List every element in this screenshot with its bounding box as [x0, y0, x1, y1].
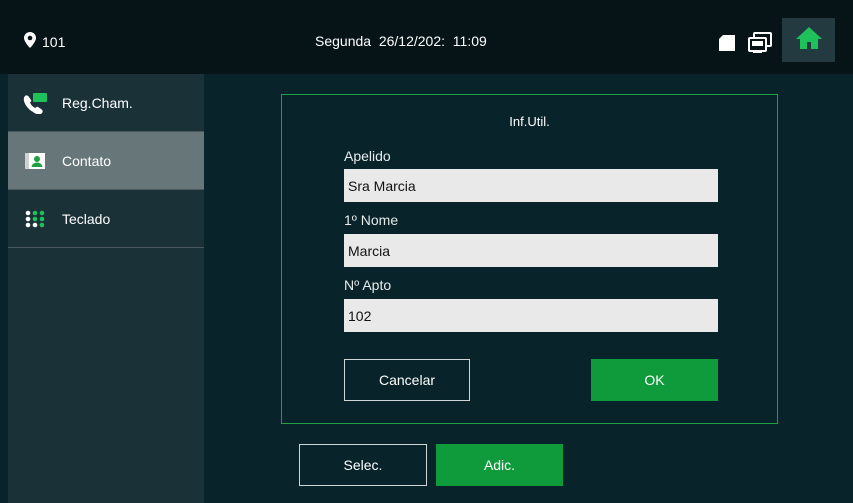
cancel-button[interactable]: Cancelar [344, 359, 470, 401]
sidebar-item-keypad[interactable]: Teclado [8, 190, 204, 248]
nickname-label: Apelido [344, 148, 391, 164]
location-label: 101 [42, 33, 66, 50]
add-button[interactable]: Adic. [436, 444, 563, 486]
date-time: Segunda 26/12/202: 11:09 [315, 33, 487, 49]
status-bar: 101 Segunda 26/12/202: 11:09 [0, 0, 853, 74]
keypad-icon [22, 208, 48, 230]
sidebar-item-label: Reg.Cham. [62, 94, 133, 111]
contact-info-dialog: Inf.Util. Apelido Sra Marcia 1º Nome Mar… [281, 94, 778, 424]
home-icon [795, 26, 823, 55]
sidebar-item-contact[interactable]: Contato [8, 132, 204, 190]
contact-card-icon [22, 150, 48, 172]
monitor-icon [748, 32, 772, 59]
location-indicator: 101 [24, 32, 65, 51]
sidebar: Reg.Cham. Contato Teclado [8, 74, 204, 503]
nickname-field[interactable]: Sra Marcia [344, 169, 718, 202]
first-name-label: 1º Nome [344, 212, 399, 228]
select-button[interactable]: Selec. [299, 444, 427, 486]
sidebar-item-label: Teclado [62, 210, 111, 227]
home-button[interactable] [782, 18, 835, 62]
sidebar-item-call-log[interactable]: Reg.Cham. [8, 74, 204, 132]
sd-card-icon [718, 34, 736, 57]
apartment-number-field[interactable]: 102 [344, 299, 718, 332]
ok-button[interactable]: OK [591, 359, 718, 401]
call-log-icon [22, 92, 48, 114]
sidebar-item-label: Contato [62, 152, 112, 169]
first-name-field[interactable]: Marcia [344, 234, 718, 267]
apartment-number-label: Nº Apto [344, 277, 392, 293]
location-pin-icon [24, 32, 36, 51]
dialog-title: Inf.Util. [509, 114, 550, 129]
